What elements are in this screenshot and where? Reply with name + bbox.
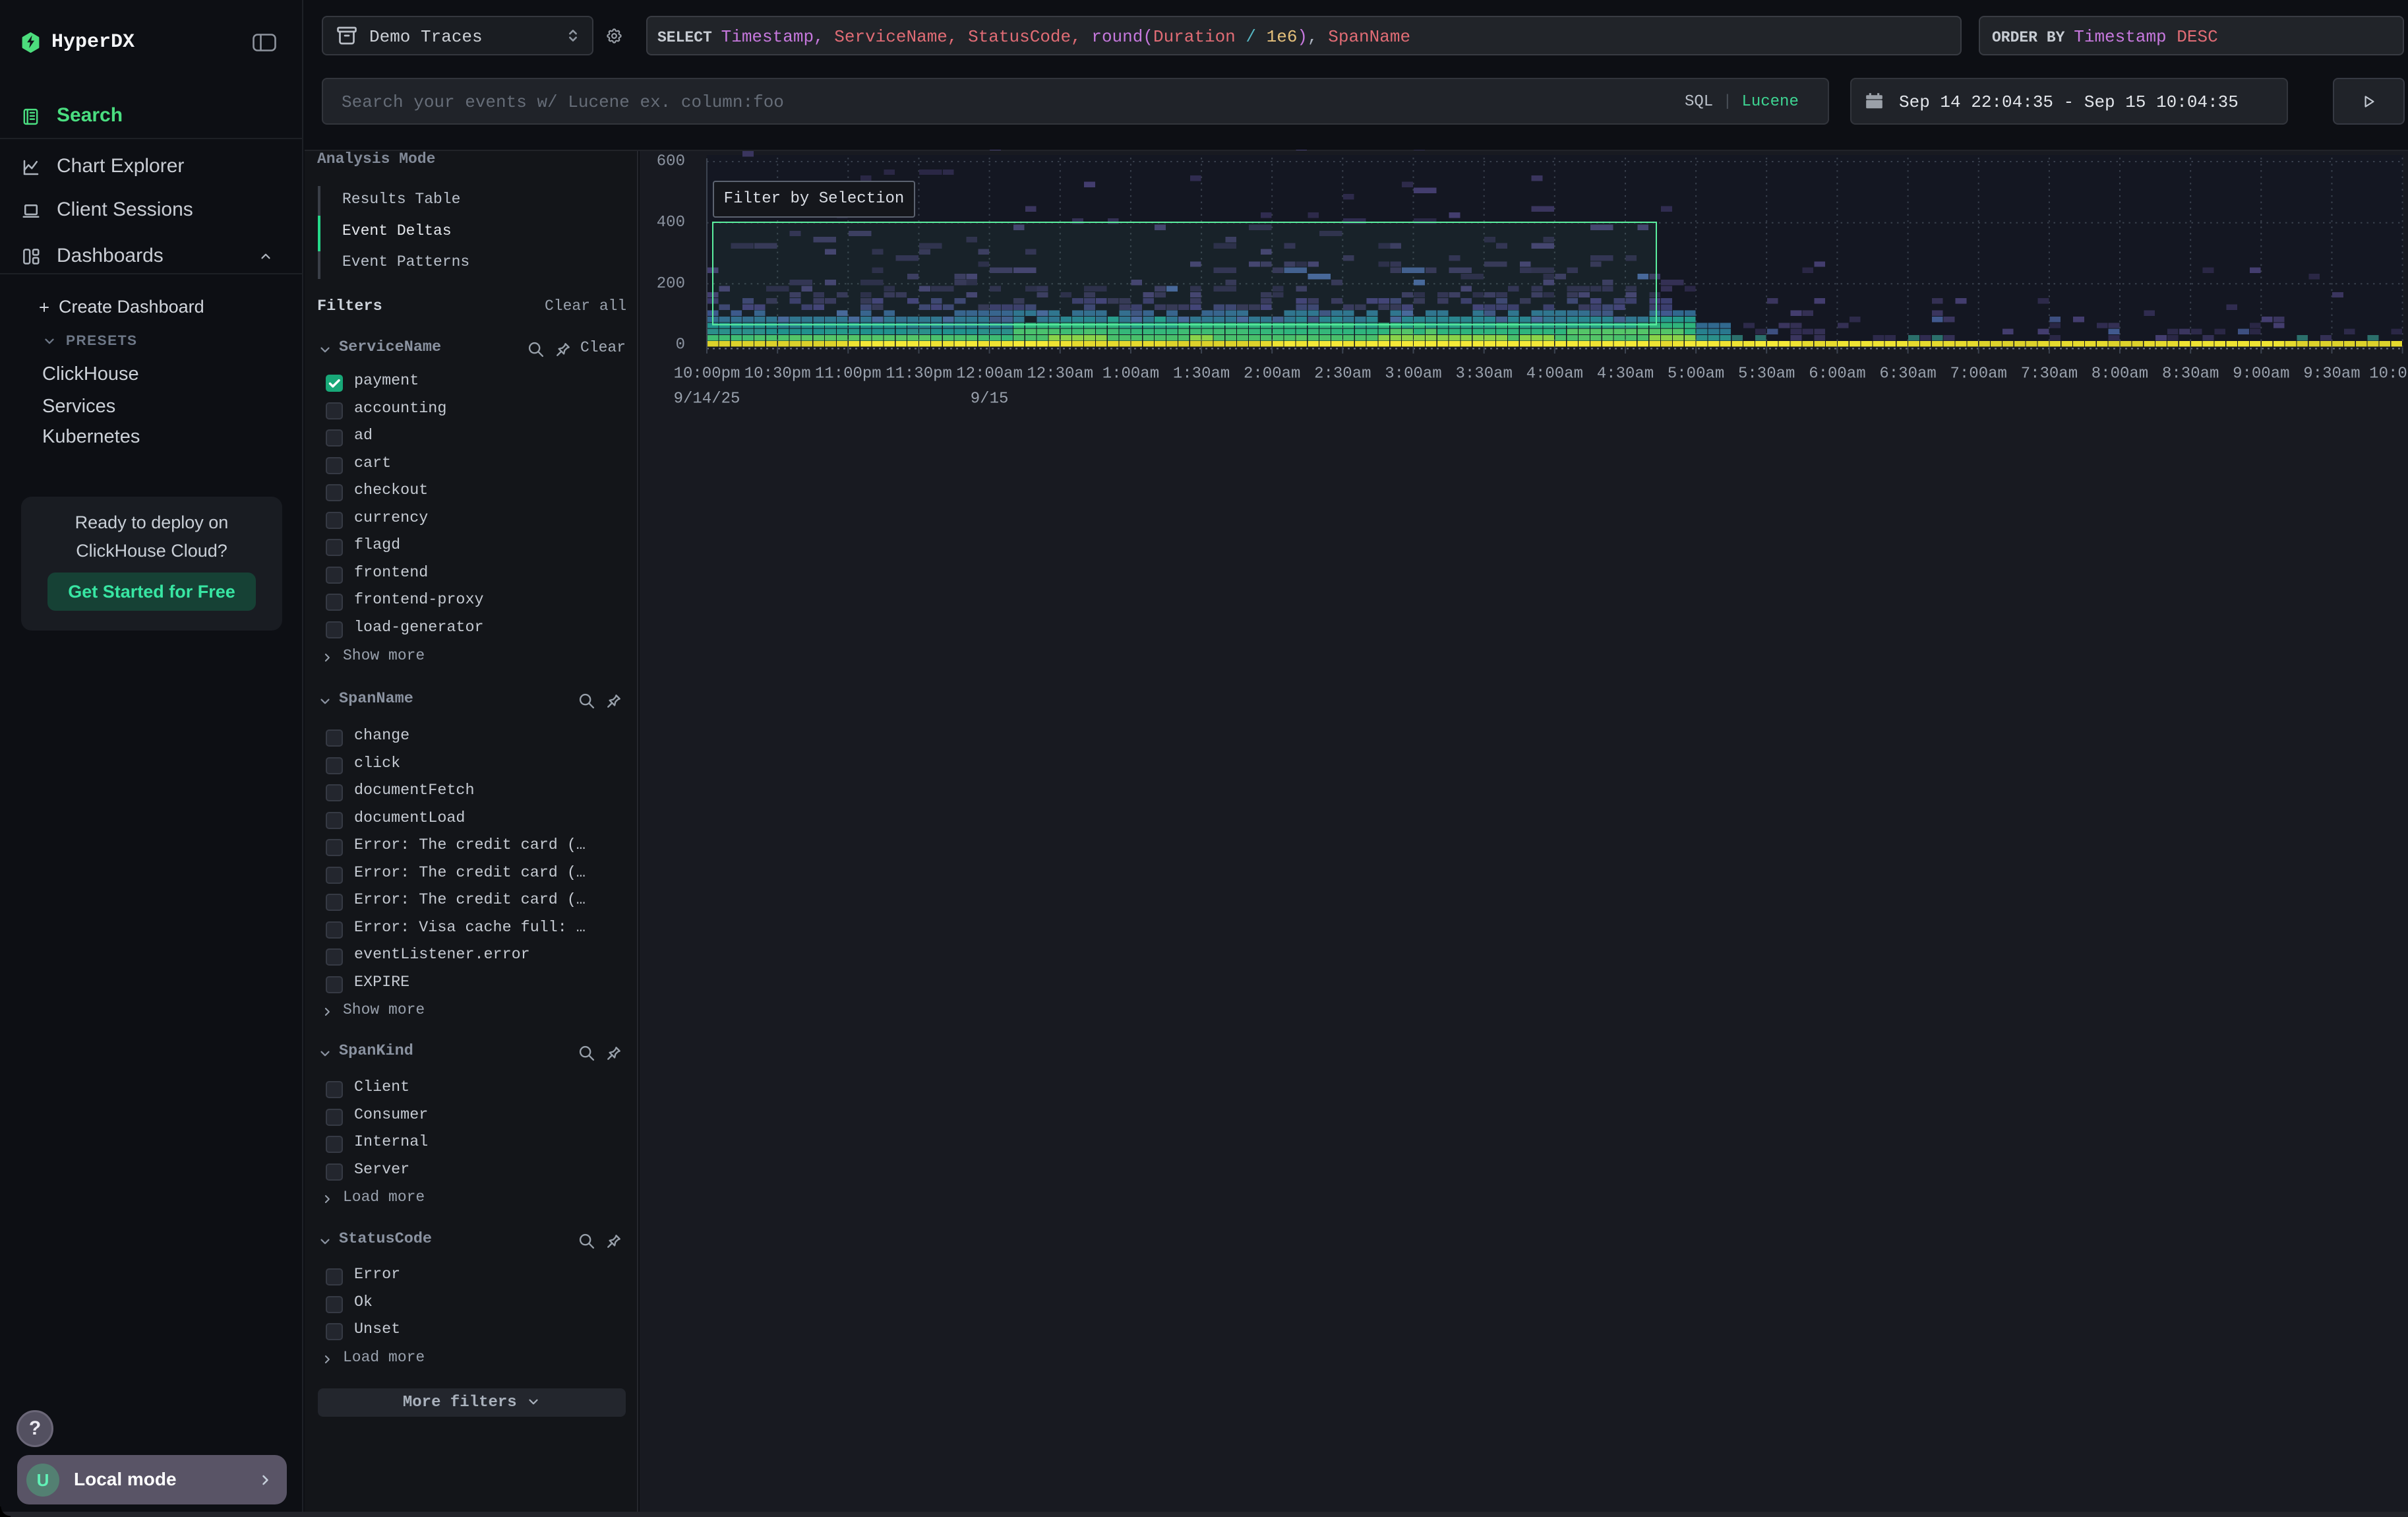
svg-text:10:00pm: 10:00pm — [674, 365, 740, 383]
svg-text:10:00am: 10:00am — [2369, 365, 2408, 383]
svg-text:3:30am: 3:30am — [1455, 365, 1512, 383]
svg-text:10:30pm: 10:30pm — [744, 365, 811, 383]
svg-text:0: 0 — [676, 336, 685, 354]
svg-text:2:00am: 2:00am — [1244, 365, 1300, 383]
svg-text:7:00am: 7:00am — [1950, 365, 2006, 383]
svg-text:6:00am: 6:00am — [1809, 365, 1865, 383]
svg-text:1:30am: 1:30am — [1173, 365, 1230, 383]
svg-text:1:00am: 1:00am — [1102, 365, 1159, 383]
svg-text:11:30pm: 11:30pm — [886, 365, 952, 383]
svg-text:600: 600 — [657, 153, 685, 171]
svg-text:6:30am: 6:30am — [1879, 365, 1936, 383]
svg-text:9:00am: 9:00am — [2233, 365, 2289, 383]
svg-text:11:00pm: 11:00pm — [815, 365, 882, 383]
svg-text:9/14/25: 9/14/25 — [674, 390, 740, 408]
svg-text:8:30am: 8:30am — [2162, 365, 2219, 383]
svg-text:5:30am: 5:30am — [1738, 365, 1795, 383]
svg-text:12:00am: 12:00am — [956, 365, 1023, 383]
svg-text:12:30am: 12:30am — [1027, 365, 1093, 383]
svg-text:2:30am: 2:30am — [1314, 365, 1371, 383]
svg-text:8:00am: 8:00am — [2092, 365, 2148, 383]
svg-text:3:00am: 3:00am — [1385, 365, 1441, 383]
svg-text:9:30am: 9:30am — [2303, 365, 2360, 383]
svg-text:5:00am: 5:00am — [1668, 365, 1724, 383]
svg-text:4:00am: 4:00am — [1526, 365, 1583, 383]
svg-text:9/15: 9/15 — [971, 390, 1009, 408]
svg-text:7:30am: 7:30am — [2021, 365, 2078, 383]
svg-text:4:30am: 4:30am — [1597, 365, 1654, 383]
svg-text:400: 400 — [657, 214, 685, 232]
svg-text:200: 200 — [657, 275, 685, 293]
